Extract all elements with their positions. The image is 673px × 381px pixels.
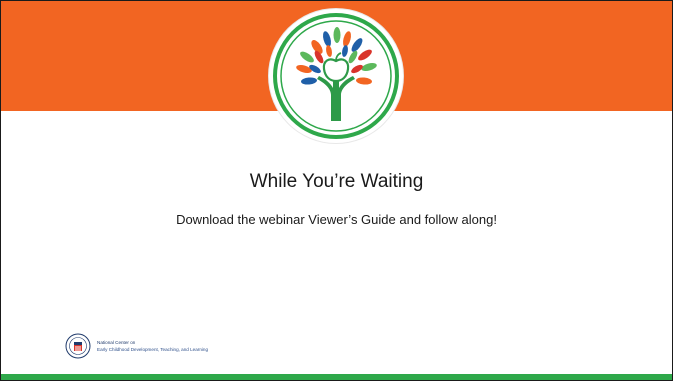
slide: While You’re Waiting Download the webina…	[0, 0, 673, 381]
head-start-seal-icon	[65, 333, 91, 359]
footer-org-line1: National Center on	[97, 340, 136, 345]
slide-subtitle: Download the webinar Viewer’s Guide and …	[176, 212, 497, 227]
footer-org-name: National Center on Early Childhood Devel…	[97, 339, 208, 353]
footer-band	[1, 374, 672, 380]
footer-org-line2: Early Childhood Development, Teaching, a…	[97, 347, 209, 352]
tree-logo-icon	[269, 9, 403, 143]
slide-title: While You’re Waiting	[249, 171, 424, 192]
footer-logo: National Center on Early Childhood Devel…	[65, 333, 208, 359]
